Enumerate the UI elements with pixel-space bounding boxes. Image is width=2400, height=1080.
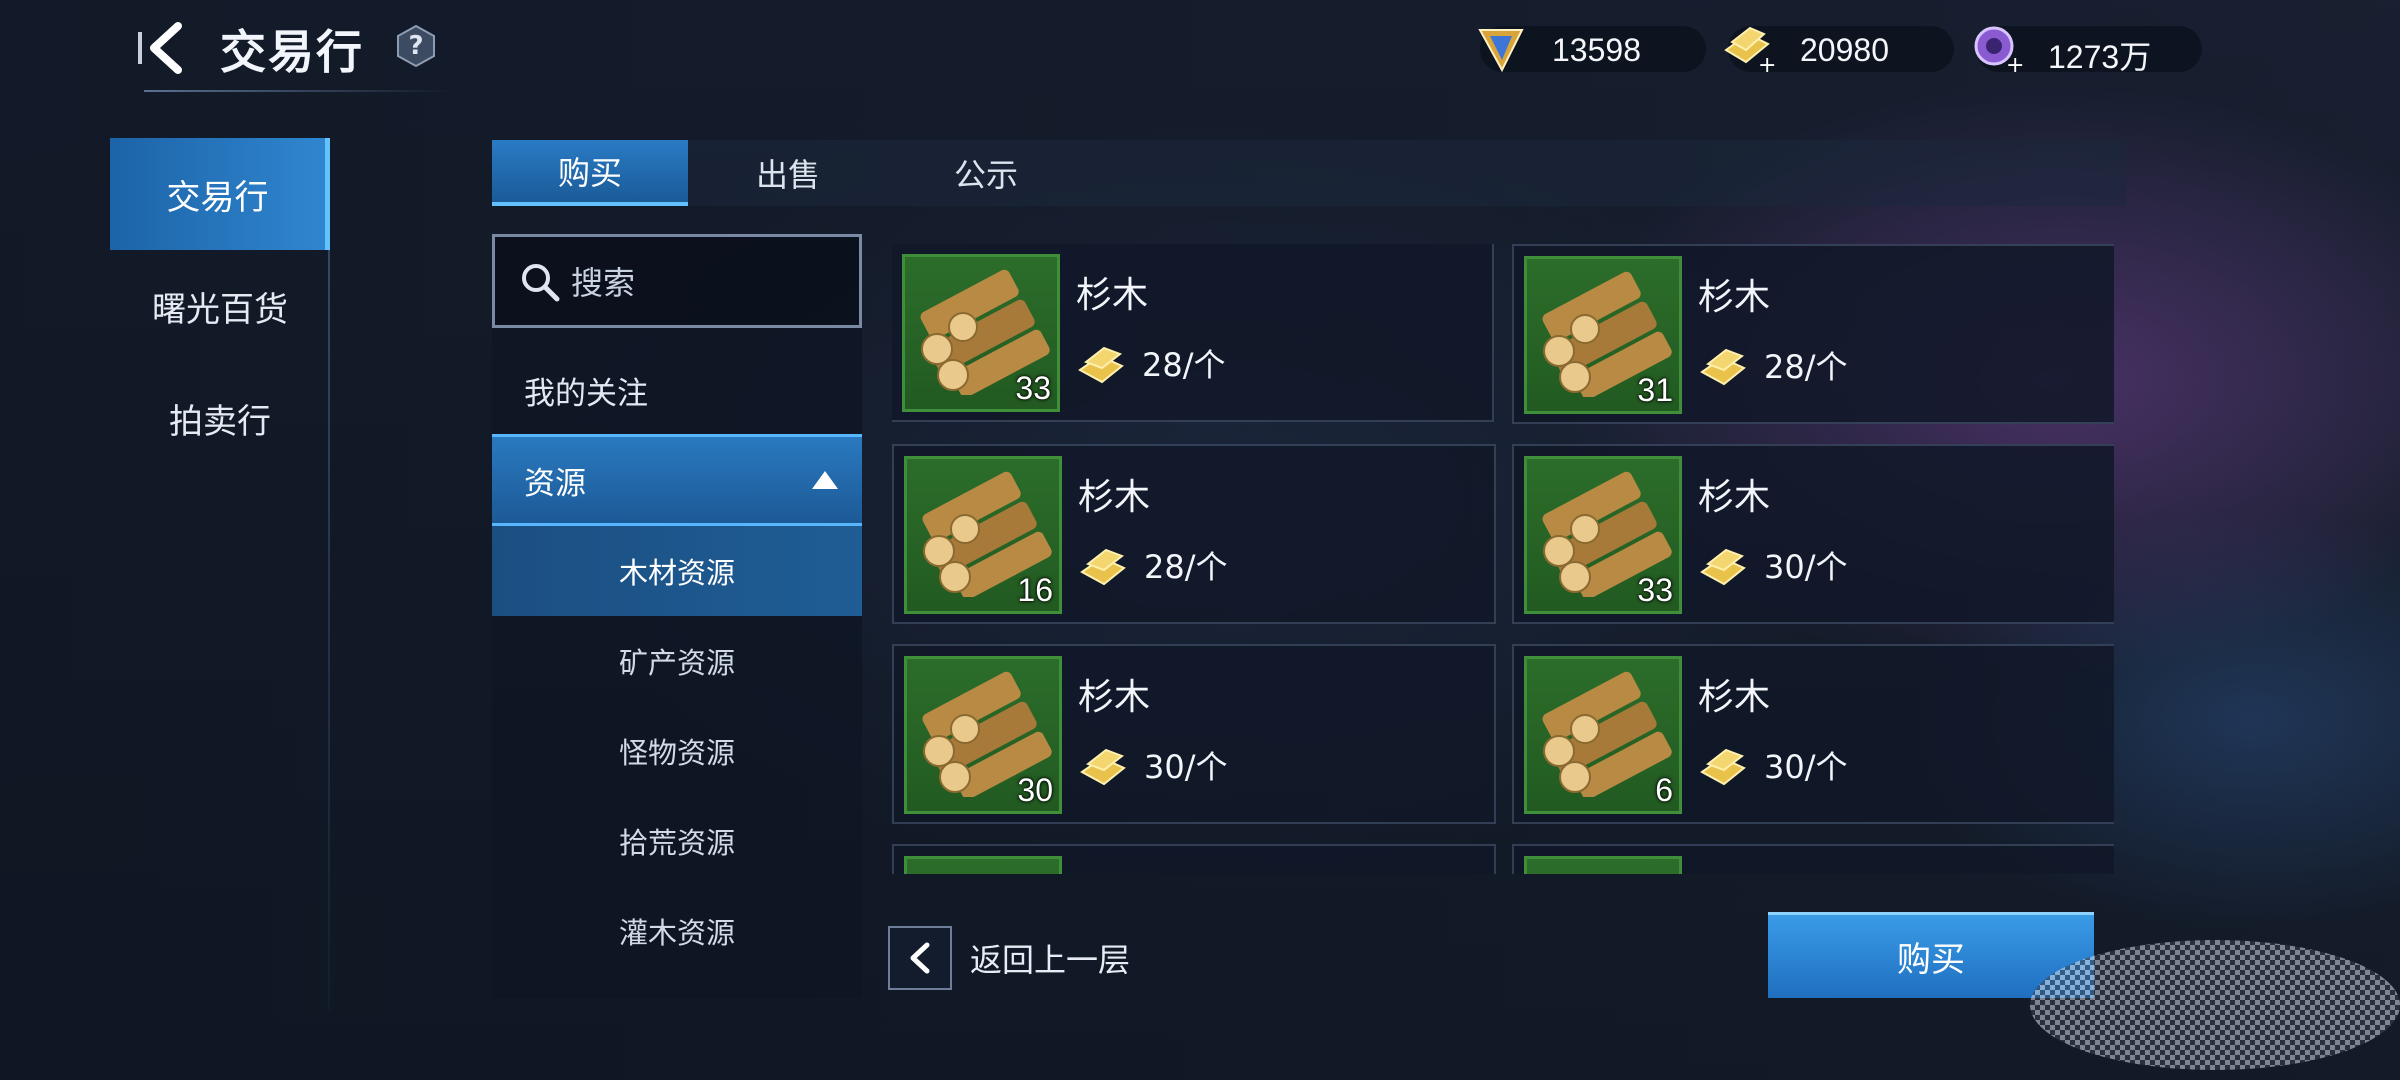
- currency-gem-value: 13598: [1552, 32, 1641, 68]
- item-price: 28/个: [1144, 548, 1228, 586]
- chevron-left-icon: [910, 942, 930, 974]
- item-name: 杉木: [1076, 275, 1149, 316]
- subcategory-shrub[interactable]: 灌木资源: [492, 886, 862, 976]
- item-card[interactable]: 16 杉木 28/个: [892, 444, 1496, 624]
- item-price: 30/个: [1144, 748, 1228, 786]
- return-button[interactable]: 返回上一层: [888, 924, 1130, 992]
- search-box[interactable]: [492, 234, 862, 328]
- item-thumbnail: 30: [904, 656, 1062, 814]
- subcategory-scavenge[interactable]: 拾荒资源: [492, 796, 862, 886]
- gold-bar-icon: [1078, 346, 1124, 384]
- item-card[interactable]: 33 杉木 28/个: [892, 244, 1494, 422]
- gold-bar-icon: [1700, 548, 1746, 586]
- item-grid: 33 杉木 28/个 31 杉木 28/个 16 杉木 28/个 33 杉木 3…: [892, 244, 2114, 874]
- back-button[interactable]: [138, 18, 188, 78]
- item-name: 杉木: [1078, 477, 1151, 518]
- svg-text:+: +: [1758, 53, 1776, 76]
- item-quantity: 31: [1637, 372, 1673, 408]
- back-arrow-icon: [138, 22, 182, 74]
- item-card[interactable]: 31 杉木 28/个: [1512, 244, 2114, 424]
- item-price: 30/个: [1764, 748, 1848, 786]
- item-quantity: 33: [1015, 370, 1051, 406]
- item-thumbnail: 16: [904, 456, 1062, 614]
- item-thumbnail: 33: [902, 254, 1060, 412]
- side-divider: [328, 250, 330, 1010]
- currency-purple[interactable]: + 1273万: [1974, 26, 2202, 76]
- tab-bar: 购买 出售 公示: [492, 140, 2126, 206]
- item-name: 杉木: [1698, 277, 1771, 318]
- category-panel: 我的关注 资源 木材资源 矿产资源 怪物资源 拾荒资源 灌木资源: [492, 234, 862, 998]
- gold-bar-icon: [1080, 748, 1126, 786]
- gold-plus-icon: +: [1724, 26, 1776, 76]
- wood-log-icon: [1542, 671, 1672, 797]
- search-input[interactable]: [569, 259, 843, 307]
- triangle-up-icon: [812, 471, 838, 489]
- tab-sell[interactable]: 出售: [690, 140, 886, 206]
- item-price: 28/个: [1142, 346, 1226, 384]
- category-my-follow[interactable]: 我的关注: [492, 348, 862, 432]
- gold-bar-icon: [1700, 748, 1746, 786]
- nav-item-auction[interactable]: 拍卖行: [110, 362, 330, 474]
- nav-item-dawn-store[interactable]: 曙光百货: [110, 250, 330, 362]
- blue-gem-icon: [1478, 29, 1524, 73]
- nav-item-trading-house[interactable]: 交易行: [110, 138, 330, 250]
- currency-purple-value: 1273万: [2048, 39, 2152, 75]
- item-thumbnail: [904, 856, 1062, 874]
- item-card-partial[interactable]: [1512, 844, 2114, 874]
- category-group-label: 资源: [524, 465, 586, 502]
- gold-bar-icon: [1700, 348, 1746, 386]
- return-label: 返回上一层: [970, 941, 1131, 979]
- item-price: 28/个: [1764, 348, 1848, 386]
- item-name: 杉木: [1078, 677, 1151, 718]
- item-card[interactable]: 33 杉木 30/个: [1512, 444, 2114, 624]
- item-quantity: 16: [1017, 572, 1053, 608]
- item-quantity: 33: [1637, 572, 1673, 608]
- item-quantity: 6: [1655, 772, 1673, 808]
- subcategory-monster[interactable]: 怪物资源: [492, 706, 862, 796]
- currency-gold-value: 20980: [1800, 32, 1889, 68]
- item-thumbnail: 31: [1524, 256, 1682, 414]
- trading-house-screen: 交易行 ? 13598 + 20980 + 1273万 交易行 曙光百货 拍卖行…: [0, 0, 2400, 1080]
- item-thumbnail: [1524, 856, 1682, 874]
- item-card[interactable]: 30 杉木 30/个: [892, 644, 1496, 824]
- item-card-partial[interactable]: [892, 844, 1496, 874]
- currency-gold[interactable]: + 20980: [1724, 26, 1954, 76]
- title-underline: [144, 90, 454, 92]
- item-quantity: 30: [1017, 772, 1053, 808]
- tab-publicity[interactable]: 公示: [888, 140, 1084, 206]
- item-thumbnail: 33: [1524, 456, 1682, 614]
- category-group-resources[interactable]: 资源: [492, 434, 862, 526]
- item-name: 杉木: [1698, 477, 1771, 518]
- search-icon: [522, 264, 560, 302]
- tab-buy[interactable]: 购买: [492, 140, 688, 206]
- item-price: 30/个: [1764, 548, 1848, 586]
- svg-text:+: +: [2006, 53, 2024, 76]
- return-icon-box: [888, 926, 952, 990]
- currency-gem[interactable]: 13598: [1478, 26, 1706, 73]
- purple-coin-plus-icon: +: [1974, 26, 2024, 76]
- help-button[interactable]: ?: [396, 24, 436, 68]
- subcategory-mineral[interactable]: 矿产资源: [492, 616, 862, 706]
- page-title: 交易行: [220, 25, 364, 79]
- watermark-noise: [2030, 940, 2400, 1070]
- item-thumbnail: 6: [1524, 656, 1682, 814]
- item-name: 杉木: [1698, 677, 1771, 718]
- help-label: ?: [408, 31, 424, 61]
- subcategory-wood[interactable]: 木材资源: [492, 526, 862, 616]
- item-card[interactable]: 6 杉木 30/个: [1512, 644, 2114, 824]
- gold-bar-icon: [1080, 548, 1126, 586]
